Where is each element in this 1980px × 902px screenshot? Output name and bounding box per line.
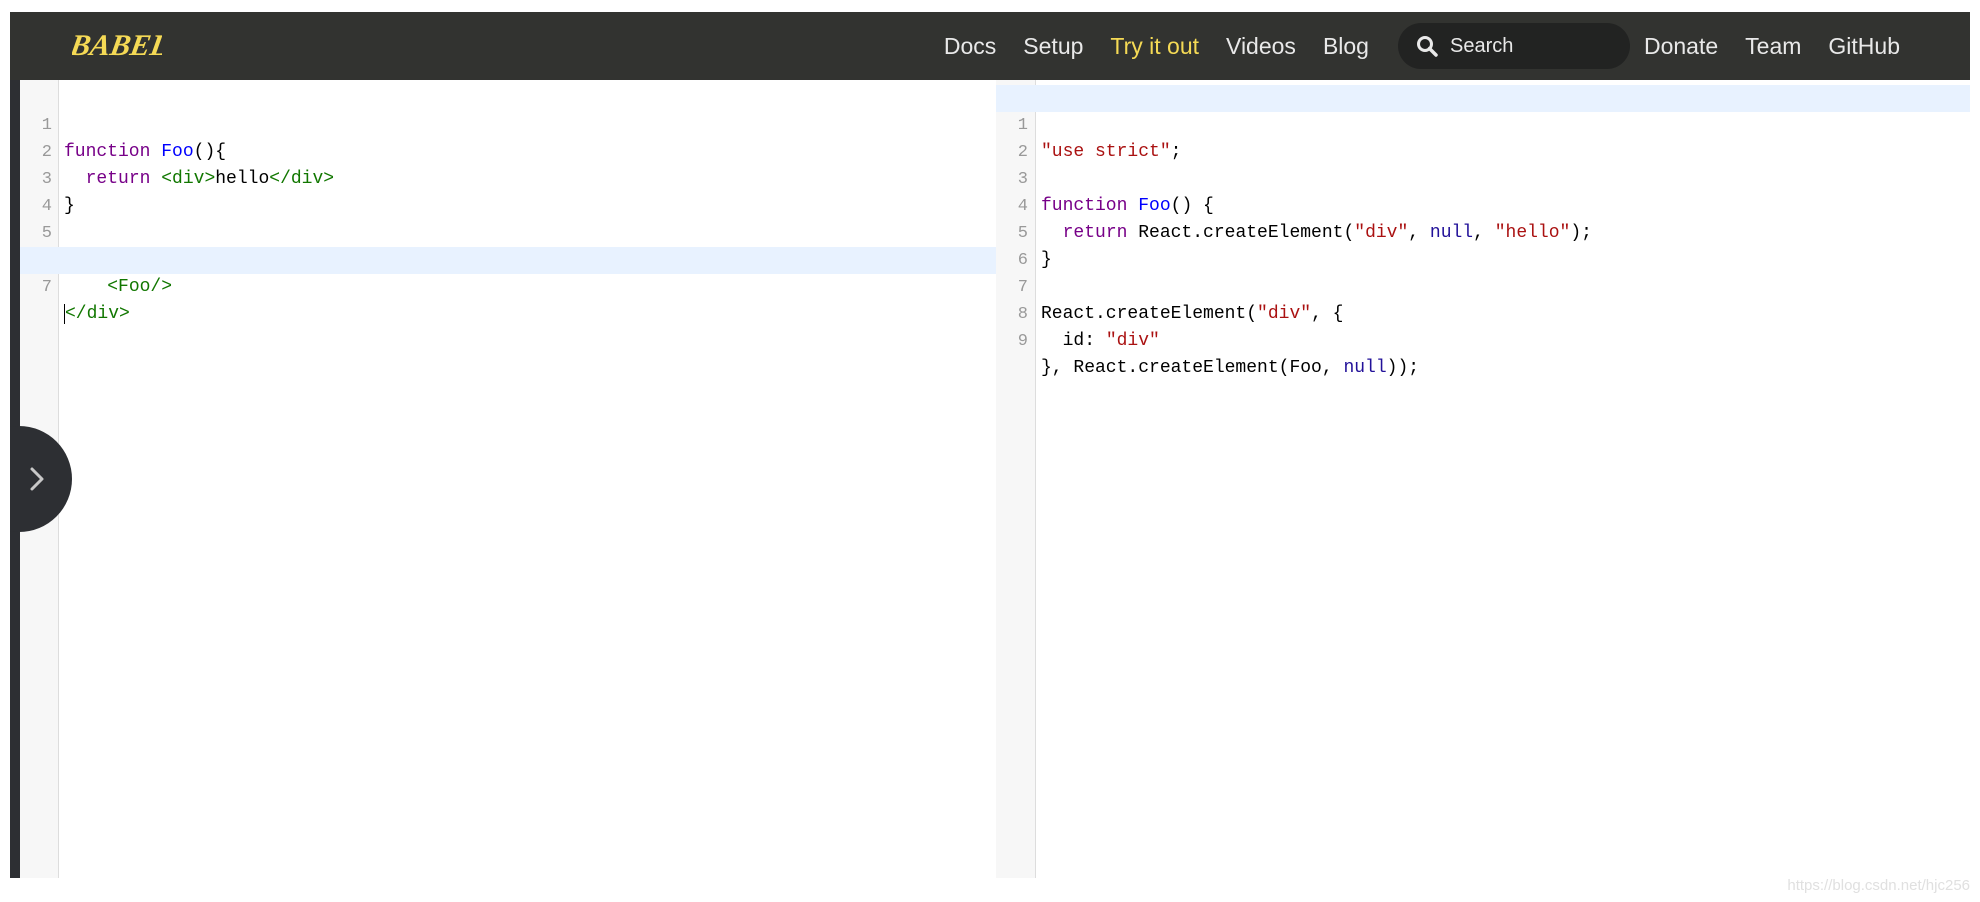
nav-docs[interactable]: Docs (944, 33, 996, 60)
input-code-lines[interactable]: 1 function Foo(){ 2 return <div>hello</d… (20, 85, 1006, 324)
nav-setup[interactable]: Setup (1023, 33, 1083, 60)
code-line-active[interactable]: 1 "use strict"; (996, 85, 1970, 162)
code-line[interactable]: 6 (996, 220, 1970, 270)
output-code-lines[interactable]: 1 "use strict"; 2 3 function Foo() { 4 r… (996, 85, 1970, 378)
chevron-right-icon (30, 467, 44, 491)
logo-wordmark: BABEL (72, 28, 162, 62)
search-icon (1416, 36, 1438, 57)
line-number: 7 (41, 278, 52, 297)
code-line[interactable]: 6 <Foo/> (20, 220, 1006, 297)
nav-links: Docs Setup Try it out Videos Blog Donate… (944, 12, 1970, 80)
code-line[interactable]: 3 } (20, 139, 1006, 216)
watermark-text: https://blog.csdn.net/hjc256 (1787, 877, 1970, 894)
code-line[interactable]: 9 }, React.createElement(Foo, null)); (996, 301, 1970, 378)
code-text: </div> (64, 304, 130, 324)
top-navbar: BABEL Docs Setup Try it out Videos Blog … (10, 12, 1970, 80)
babel-logo[interactable]: BABEL (67, 26, 172, 62)
nav-github[interactable]: GitHub (1828, 33, 1900, 60)
code-line[interactable]: 4 (20, 166, 1006, 216)
nav-try-it-out[interactable]: Try it out (1110, 33, 1199, 60)
line-number: 9 (1017, 332, 1028, 351)
code-text: }, React.createElement(Foo, null)); (1041, 358, 1420, 378)
output-code-editor[interactable]: 1 "use strict"; 2 3 function Foo() { 4 r… (996, 80, 1970, 878)
code-line[interactable]: 1 function Foo(){ (20, 85, 1006, 162)
nav-team[interactable]: Team (1745, 33, 1801, 60)
code-line[interactable]: 2 (996, 112, 1970, 162)
nav-donate[interactable]: Donate (1644, 33, 1718, 60)
code-line-active[interactable]: 7 </div> (20, 247, 1006, 324)
code-line[interactable]: 5 <div id='div'> (20, 193, 1006, 270)
code-line[interactable]: 4 return React.createElement("div", null… (996, 166, 1970, 243)
nav-blog[interactable]: Blog (1323, 33, 1369, 60)
search-box[interactable] (1397, 23, 1630, 69)
input-code-editor[interactable]: 1 function Foo(){ 2 return <div>hello</d… (20, 80, 1006, 878)
code-line[interactable]: 5 } (996, 193, 1970, 270)
search-input[interactable] (1447, 33, 1622, 59)
app-frame: BABEL Docs Setup Try it out Videos Blog … (10, 12, 1970, 878)
nav-videos[interactable]: Videos (1226, 33, 1296, 60)
code-line[interactable]: 8 id: "div" (996, 274, 1970, 351)
code-line[interactable]: 3 function Foo() { (996, 139, 1970, 216)
code-line[interactable]: 2 return <div>hello</div> (20, 112, 1006, 189)
code-line[interactable]: 7 React.createElement("div", { (996, 247, 1970, 324)
